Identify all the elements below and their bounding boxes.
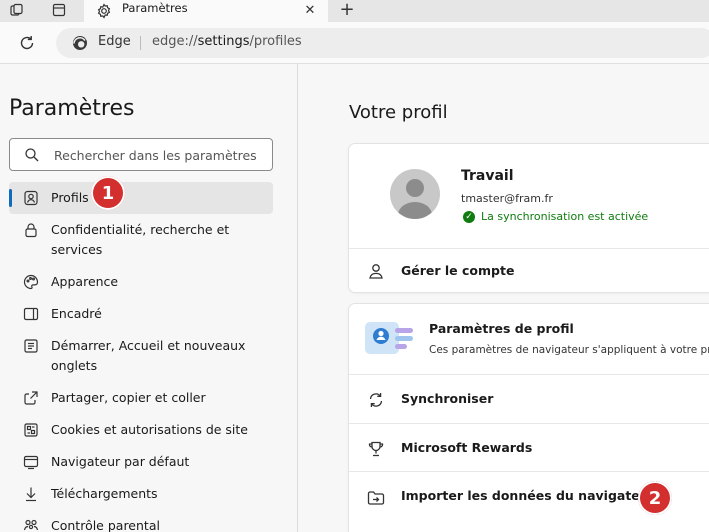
settings-search[interactable] [9, 138, 273, 171]
new-tab-button[interactable]: + [336, 0, 358, 20]
sidebar-item-label: Apparence [51, 274, 119, 289]
sidebar-item-confidentialite[interactable]: Confidentialité, recherche et services [9, 214, 273, 266]
profile-card: Travail tmaster@fram.fr ✓ La synchronisa… [349, 144, 709, 292]
search-icon [24, 147, 40, 163]
profile-icon [23, 190, 39, 206]
sync-icon [367, 391, 385, 409]
sidebar-item-label: Contrôle parental [51, 518, 160, 532]
avatar[interactable] [390, 169, 440, 219]
sync-status: ✓ La synchronisation est activée [463, 210, 648, 223]
site-identity-label: Edge [98, 34, 131, 49]
refresh-icon[interactable] [16, 32, 38, 54]
import-data-label: Importer les données du navigateur [401, 488, 655, 503]
sidebar-item-label: Téléchargements [51, 486, 158, 501]
page-title: Votre profil [349, 102, 448, 123]
tab-actions-icon[interactable] [48, 0, 70, 20]
sidebar-item-controle-parental[interactable]: Contrôle parental [9, 510, 273, 532]
download-icon [23, 486, 39, 502]
sidebar-item-cookies[interactable]: Cookies et autorisations de site [9, 414, 273, 446]
profile-settings-header[interactable]: Paramètres de profil Ces paramètres de n… [349, 304, 709, 374]
sidebar-item-profils[interactable]: Profils [9, 182, 273, 214]
trophy-icon [367, 440, 385, 458]
tab-strip: Paramètres ✕ + [0, 0, 709, 22]
profile-settings-illustration-icon [365, 320, 415, 356]
gear-icon [96, 3, 112, 19]
url-text[interactable]: edge://settings/profiles [152, 34, 302, 49]
toolbar: Edge edge://settings/profiles [0, 22, 709, 64]
workspaces-icon[interactable] [6, 0, 28, 20]
sidebar-title: Paramètres [9, 96, 135, 121]
sync-row[interactable]: Synchroniser [349, 374, 709, 423]
sync-label: Synchroniser [401, 391, 494, 406]
sidebar-item-telechargements[interactable]: Téléchargements [9, 478, 273, 510]
rewards-row[interactable]: Microsoft Rewards [349, 423, 709, 471]
sidebar-item-label: Démarrer, Accueil et nouveaux onglets [51, 338, 246, 373]
tab-title: Paramètres [122, 1, 188, 15]
sidebar-item-apparence[interactable]: Apparence [9, 266, 273, 298]
profile-settings-title: Paramètres de profil [429, 321, 574, 336]
folder-import-icon [367, 489, 385, 507]
sidebar-item-label: Partager, copier et coller [51, 390, 206, 405]
sidebar-item-label: Encadré [51, 306, 102, 321]
person-icon [367, 262, 385, 280]
manage-account-label: Gérer le compte [401, 263, 515, 278]
home-icon [23, 338, 39, 354]
sidebar-item-label: Navigateur par défaut [51, 454, 190, 469]
tab-settings[interactable]: Paramètres ✕ [84, 0, 328, 22]
annotation-badge-2: 2 [638, 481, 672, 515]
sidebar-item-label: Cookies et autorisations de site [51, 422, 248, 437]
close-tab-icon[interactable]: ✕ [302, 2, 318, 18]
share-icon [23, 390, 39, 406]
settings-sidebar: Paramètres Profils Confidentialité, rech… [0, 64, 298, 532]
sidebar-icon [23, 306, 39, 322]
profile-email: tmaster@fram.fr [461, 192, 553, 205]
palette-icon [23, 274, 39, 290]
sidebar-item-encadre[interactable]: Encadré [9, 298, 273, 330]
sidebar-item-label: Profils [51, 190, 89, 205]
browser-icon [23, 454, 39, 470]
address-separator [140, 36, 141, 50]
sidebar-item-demarrer[interactable]: Démarrer, Accueil et nouveaux onglets [9, 330, 273, 382]
rewards-label: Microsoft Rewards [401, 440, 533, 455]
lock-icon [23, 222, 39, 238]
family-icon [23, 518, 39, 532]
cookie-icon [23, 422, 39, 438]
active-indicator [9, 189, 12, 207]
sidebar-item-navigateur-defaut[interactable]: Navigateur par défaut [9, 446, 273, 478]
check-icon: ✓ [463, 210, 475, 223]
sidebar-item-partager[interactable]: Partager, copier et coller [9, 382, 273, 414]
manage-account-row[interactable]: Gérer le compte [349, 248, 709, 292]
settings-main: Votre profil Travail tmaster@fram.fr ✓ L… [299, 64, 709, 532]
profile-name: Travail [461, 168, 514, 184]
search-input[interactable] [54, 145, 266, 165]
sidebar-item-label: Confidentialité, recherche et services [51, 222, 230, 257]
edge-logo-icon [72, 35, 88, 51]
address-bar[interactable]: Edge edge://settings/profiles [56, 28, 709, 58]
annotation-badge-1: 1 [91, 176, 125, 210]
profile-settings-description: Ces paramètres de navigateur s'appliquen… [429, 344, 709, 356]
